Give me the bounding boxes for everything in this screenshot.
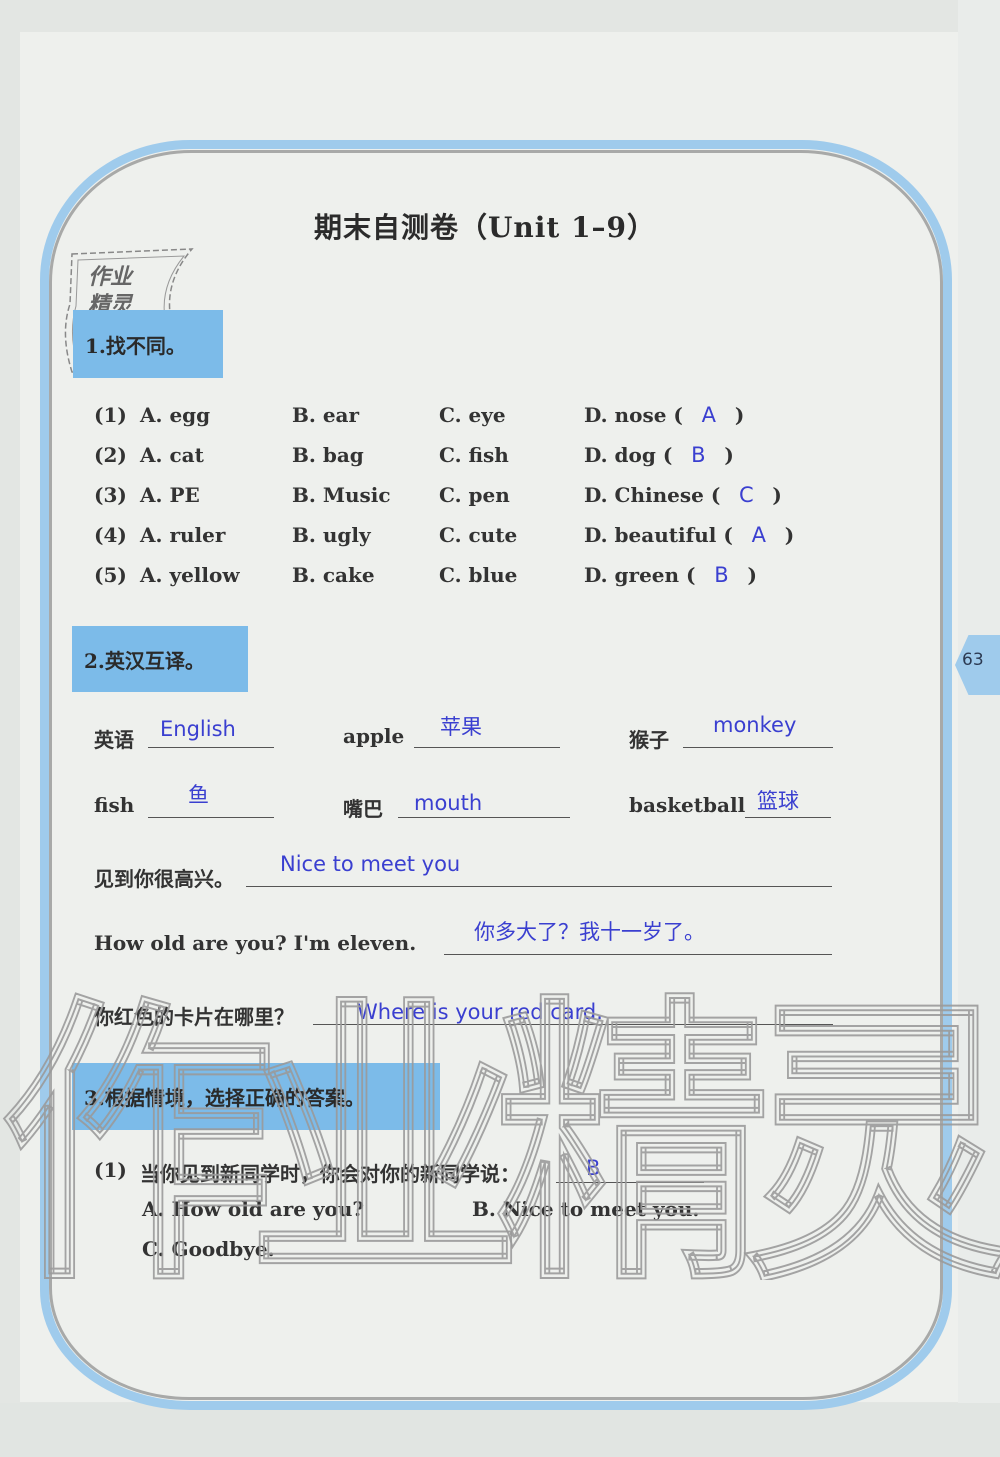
logo-text: 作业 xyxy=(88,265,135,290)
translate-prompt: 你红色的卡片在哪里？ xyxy=(94,1005,294,1029)
question-number: (3) xyxy=(94,483,127,507)
option-d: D. beautiful (A) xyxy=(584,523,795,547)
translate-prompt: fish xyxy=(94,793,135,817)
option-d: D. nose (A) xyxy=(584,403,745,427)
option-d: D. Chinese (C) xyxy=(584,483,782,507)
option-a: A. ruler xyxy=(140,523,226,547)
answer-field[interactable]: A xyxy=(683,403,735,427)
option-d: D. dog (B) xyxy=(584,443,734,467)
section-1-heading: 1.找不同。 xyxy=(73,310,223,378)
question-row: (1) A. egg B. ear C. eye D. nose (A) xyxy=(94,403,854,433)
translate-answer: English xyxy=(160,717,236,741)
question-row: (2) A. cat B. bag C. fish D. dog (B) xyxy=(94,443,854,473)
question-number: (5) xyxy=(94,563,127,587)
translate-answer: 篮球 xyxy=(757,789,799,813)
translate-prompt: 英语 xyxy=(94,728,134,752)
question-prompt: 当你见到新同学时，你会对你的新同学说： xyxy=(140,1162,520,1186)
option-d: D. green (B) xyxy=(584,563,757,587)
option-c: C. fish xyxy=(439,443,509,467)
question-number: (1) xyxy=(94,403,127,427)
page-title: 期末自测卷（Unit 1–9） xyxy=(313,211,657,244)
page-number: 63 xyxy=(962,650,984,670)
option-a: A. cat xyxy=(140,443,204,467)
translate-blank[interactable]: 你多大了？我十一岁了。 xyxy=(444,920,832,955)
option-c: C. Goodbye. xyxy=(142,1237,275,1261)
option-b: B. Music xyxy=(292,483,391,507)
answer-field[interactable]: B xyxy=(672,443,724,467)
answer-field[interactable]: C xyxy=(720,483,772,507)
section-2-heading: 2.英汉互译。 xyxy=(72,626,248,692)
translate-answer: 苹果 xyxy=(440,715,482,739)
translate-blank[interactable]: monkey xyxy=(683,713,833,748)
option-c: C. eye xyxy=(439,403,506,427)
option-b: B. ear xyxy=(292,403,360,427)
option-a: A. PE xyxy=(140,483,200,507)
translate-answer: Where is your red card. xyxy=(357,1000,603,1024)
option-b: B. bag xyxy=(292,443,364,467)
translate-prompt: basketball xyxy=(629,793,746,817)
translate-answer: monkey xyxy=(713,713,797,737)
translate-blank[interactable]: English xyxy=(148,713,274,748)
question-number: (4) xyxy=(94,523,127,547)
translate-prompt: apple xyxy=(343,724,405,748)
answer-value: B xyxy=(586,1156,601,1180)
option-b: B. ugly xyxy=(292,523,371,547)
translate-answer: Nice to meet you xyxy=(280,852,461,876)
question-row: (4) A. ruler B. ugly C. cute D. beautifu… xyxy=(94,523,854,553)
translate-blank[interactable]: 鱼 xyxy=(148,783,274,818)
translate-prompt: 猴子 xyxy=(629,728,669,752)
translate-blank[interactable]: Where is your red card. xyxy=(313,990,833,1025)
answer-field[interactable]: B xyxy=(696,563,748,587)
translate-prompt: 嘴巴 xyxy=(343,797,383,821)
answer-field[interactable]: A xyxy=(733,523,785,547)
page-bottom-edge xyxy=(0,1403,1000,1457)
translate-blank[interactable]: mouth xyxy=(398,783,570,818)
question-number: (2) xyxy=(94,443,127,467)
option-a: A. yellow xyxy=(140,563,240,587)
option-b: B. Nice to meet you. xyxy=(472,1197,700,1221)
translate-blank[interactable]: 篮球 xyxy=(745,783,831,818)
translate-blank[interactable]: Nice to meet you xyxy=(246,852,832,887)
section-3-heading: 3.根据情境，选择正确的答案。 xyxy=(72,1063,440,1130)
option-a: A. How old are you? xyxy=(142,1197,365,1221)
option-c: C. blue xyxy=(439,563,518,587)
option-c: C. cute xyxy=(439,523,518,547)
option-a: A. egg xyxy=(140,403,211,427)
option-c: C. pen xyxy=(439,483,510,507)
translate-answer: 你多大了？我十一岁了。 xyxy=(474,920,705,944)
answer-blank[interactable]: B xyxy=(556,1148,704,1183)
translate-prompt: 见到你很高兴。 xyxy=(94,867,234,891)
question-row: (5) A. yellow B. cake C. blue D. green (… xyxy=(94,563,854,593)
translate-blank[interactable]: 苹果 xyxy=(414,713,560,748)
question-row: (3) A. PE B. Music C. pen D. Chinese (C) xyxy=(94,483,854,513)
translate-prompt: How old are you? I'm eleven. xyxy=(94,931,417,955)
question-number: (1) xyxy=(94,1158,127,1182)
translate-answer: mouth xyxy=(414,791,483,815)
option-b: B. cake xyxy=(292,563,375,587)
translate-answer: 鱼 xyxy=(188,783,209,807)
